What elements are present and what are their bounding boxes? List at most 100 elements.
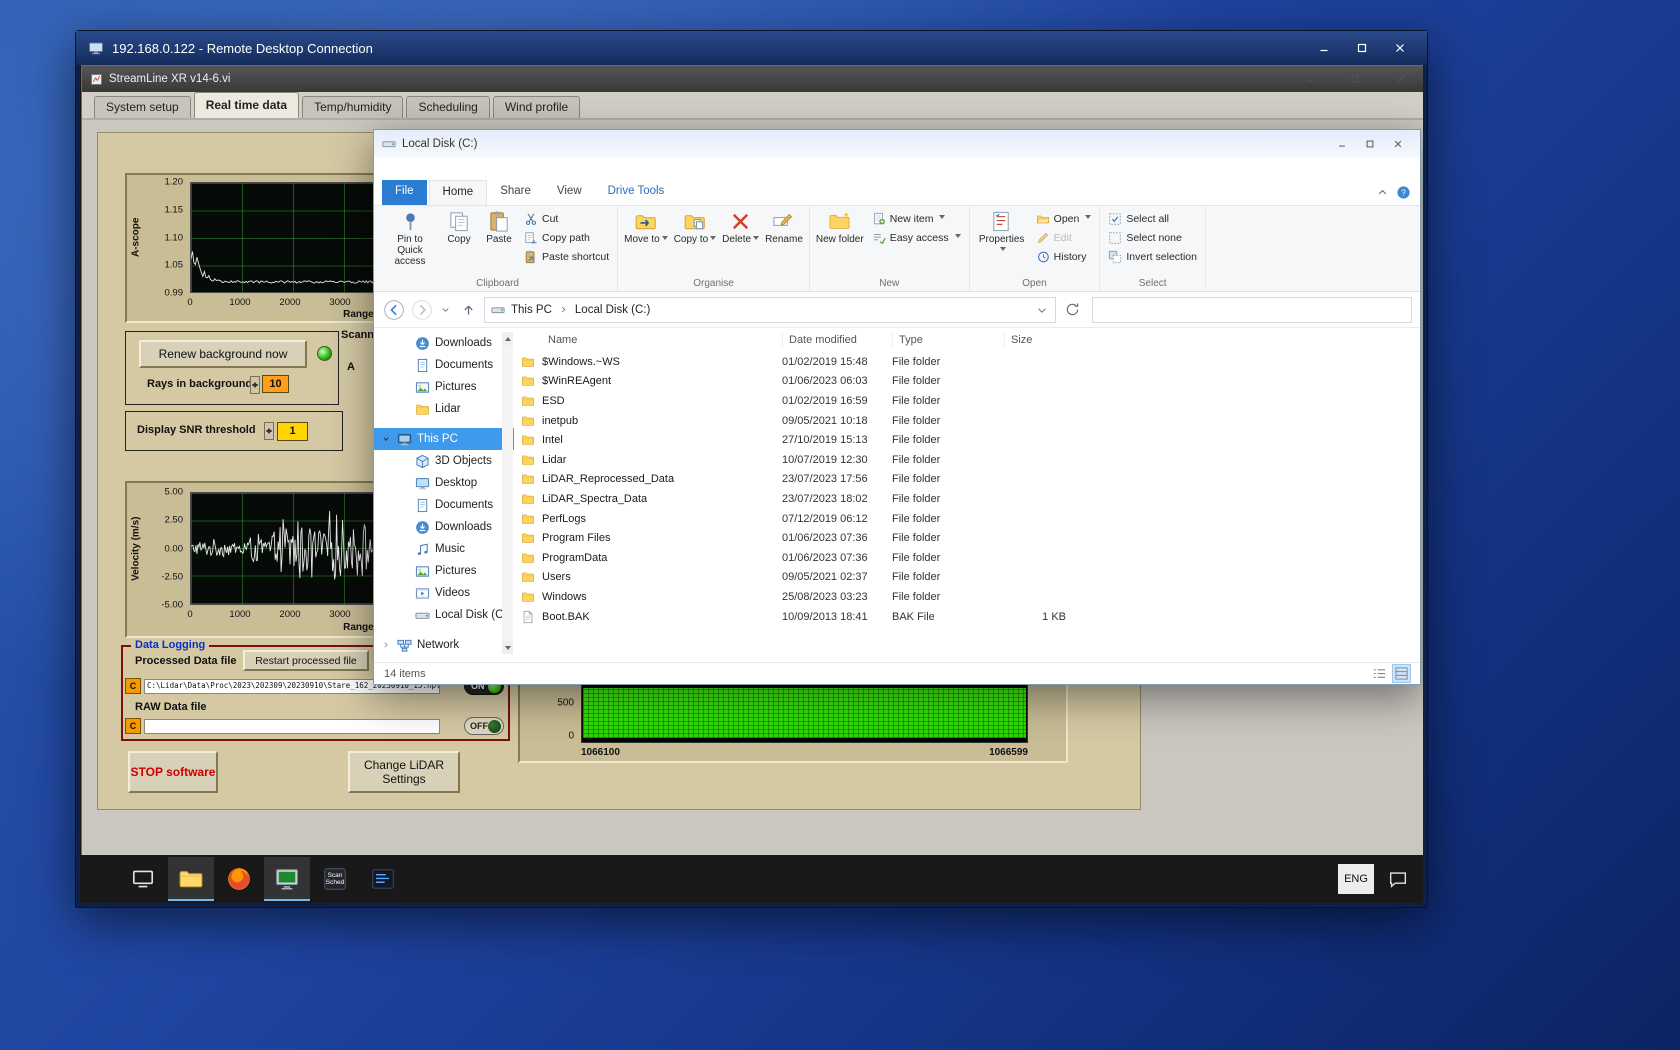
ribbon-tab-drive-tools[interactable]: Drive Tools bbox=[595, 180, 678, 205]
copy-path-button[interactable]: Copy path bbox=[519, 228, 614, 247]
properties-button[interactable]: Properties bbox=[973, 207, 1031, 271]
change-lidar-settings-button[interactable]: Change LiDAR Settings bbox=[348, 751, 460, 793]
file-row[interactable]: ProgramData01/06/2023 07:36File folder bbox=[514, 548, 1420, 568]
ribbon-tab-share[interactable]: Share bbox=[487, 180, 544, 205]
streamline-app-button[interactable] bbox=[264, 857, 310, 901]
tab-real-time-data[interactable]: Real time data bbox=[194, 92, 299, 118]
sidebar-item-pictures[interactable]: Pictures bbox=[374, 560, 514, 582]
sidebar-item-videos[interactable]: Videos bbox=[374, 582, 514, 604]
sidebar-item-documents[interactable]: Documents bbox=[374, 354, 514, 376]
chevron-right-icon[interactable] bbox=[558, 304, 569, 315]
app-restore-button[interactable] bbox=[1341, 69, 1369, 89]
address-bar[interactable]: This PC Local Disk (C:) bbox=[484, 297, 1056, 323]
file-explorer-button[interactable] bbox=[168, 857, 214, 901]
new-item-button[interactable]: New item bbox=[867, 209, 966, 228]
new-folder-button[interactable]: New folder bbox=[813, 207, 867, 271]
invert-selection-button[interactable]: Invert selection bbox=[1103, 247, 1202, 266]
snr-spinner[interactable] bbox=[264, 422, 274, 440]
file-row[interactable]: PerfLogs07/12/2019 06:12File folder bbox=[514, 509, 1420, 529]
list-view-button[interactable] bbox=[1371, 665, 1388, 682]
ribbon-collapse-icon[interactable] bbox=[1375, 185, 1390, 200]
column-header-date-modified[interactable]: Date modified bbox=[782, 332, 892, 349]
copy-to-button[interactable]: Copy to bbox=[671, 207, 719, 271]
sidebar-item-downloads[interactable]: Downloads bbox=[374, 516, 514, 538]
tab-system-setup[interactable]: System setup bbox=[94, 96, 191, 118]
back-button[interactable] bbox=[382, 298, 406, 322]
tab-temp-humidity[interactable]: Temp/humidity bbox=[302, 96, 403, 118]
sidebar-item-lidar[interactable]: Lidar bbox=[374, 398, 514, 420]
file-row[interactable]: Lidar10/07/2019 12:30File folder bbox=[514, 450, 1420, 470]
up-button[interactable] bbox=[456, 298, 480, 322]
sidebar-item-3d-objects[interactable]: 3D Objects bbox=[374, 450, 514, 472]
explorer-close-button[interactable] bbox=[1384, 134, 1412, 154]
file-row[interactable]: Boot.BAK10/09/2013 18:41BAK File1 KB bbox=[514, 607, 1420, 627]
cut-button[interactable]: Cut bbox=[519, 209, 614, 228]
chevron-down-icon[interactable] bbox=[380, 433, 392, 445]
rays-in-background-value[interactable]: 10 bbox=[262, 375, 289, 393]
raw-file-path-field[interactable] bbox=[144, 719, 440, 734]
column-header-size[interactable]: Size bbox=[1004, 332, 1074, 349]
search-box[interactable] bbox=[1092, 297, 1412, 323]
breadcrumb-this-pc[interactable]: This PC bbox=[509, 304, 554, 316]
forward-button[interactable] bbox=[410, 298, 434, 322]
app-minimize-button[interactable] bbox=[1295, 69, 1323, 89]
file-row[interactable]: Intel27/10/2019 15:13File folder bbox=[514, 430, 1420, 450]
rays-spinner[interactable] bbox=[250, 376, 260, 394]
refresh-button[interactable] bbox=[1060, 298, 1084, 322]
edit-button[interactable]: Edit bbox=[1031, 228, 1097, 247]
sidebar-scrollbar[interactable] bbox=[502, 332, 513, 654]
sidebar-item-downloads[interactable]: Downloads bbox=[374, 332, 514, 354]
rename-button[interactable]: Rename bbox=[762, 207, 806, 271]
file-row[interactable]: Users09/05/2021 02:37File folder bbox=[514, 568, 1420, 588]
paste-shortcut-button[interactable]: Paste shortcut bbox=[519, 247, 614, 266]
firefox-button[interactable] bbox=[216, 857, 262, 901]
sidebar-item-desktop[interactable]: Desktop bbox=[374, 472, 514, 494]
move-to-button[interactable]: Move to bbox=[621, 207, 671, 271]
tab-scheduling[interactable]: Scheduling bbox=[406, 96, 489, 118]
file-row[interactable]: ESD01/02/2019 16:59File folder bbox=[514, 391, 1420, 411]
delete-button[interactable]: Delete bbox=[719, 207, 762, 271]
app-close-button[interactable] bbox=[1387, 69, 1415, 89]
column-header-name[interactable]: Name bbox=[542, 332, 782, 349]
file-row[interactable]: $Windows.~WS01/02/2019 15:48File folder bbox=[514, 352, 1420, 372]
terminal-app-button[interactable] bbox=[360, 857, 406, 901]
select-all-button[interactable]: Select all bbox=[1103, 209, 1202, 228]
file-row[interactable]: inetpub09/05/2021 10:18File folder bbox=[514, 411, 1420, 431]
breadcrumb-local-disk[interactable]: Local Disk (C:) bbox=[573, 304, 652, 316]
rdp-minimize-button[interactable] bbox=[1309, 38, 1339, 58]
sidebar-item-network[interactable]: Network bbox=[374, 634, 514, 656]
stop-software-button[interactable]: STOP software bbox=[128, 751, 218, 793]
explorer-minimize-button[interactable] bbox=[1328, 134, 1356, 154]
sidebar-item-this-pc[interactable]: This PC bbox=[374, 428, 514, 450]
sidebar-item-pictures[interactable]: Pictures bbox=[374, 376, 514, 398]
help-icon[interactable]: ? bbox=[1396, 185, 1411, 200]
open-button[interactable]: Open bbox=[1031, 209, 1097, 228]
scan-sched-button[interactable]: Scan Sched bbox=[312, 857, 358, 901]
task-view-button[interactable] bbox=[120, 857, 166, 901]
ribbon-tab-file[interactable]: File bbox=[382, 180, 427, 205]
sidebar-item-music[interactable]: Music bbox=[374, 538, 514, 560]
explorer-maximize-button[interactable] bbox=[1356, 134, 1384, 154]
pin-to-quick-access-button[interactable]: Pin to Quick access bbox=[381, 207, 439, 271]
raw-logging-toggle[interactable]: OFF bbox=[464, 717, 504, 735]
ribbon-tab-view[interactable]: View bbox=[544, 180, 595, 205]
file-row[interactable]: Windows25/08/2023 03:23File folder bbox=[514, 587, 1420, 607]
file-row[interactable]: LiDAR_Spectra_Data23/07/2023 18:02File f… bbox=[514, 489, 1420, 509]
scroll-down-icon[interactable] bbox=[502, 641, 513, 654]
rdp-titlebar[interactable]: 192.168.0.122 - Remote Desktop Connectio… bbox=[76, 31, 1427, 65]
rdp-maximize-button[interactable] bbox=[1347, 38, 1377, 58]
history-button[interactable]: History bbox=[1031, 247, 1097, 266]
easy-access-button[interactable]: Easy access bbox=[867, 228, 966, 247]
sidebar-item-local-disk-c[interactable]: Local Disk (C:) bbox=[374, 604, 514, 626]
notification-icon[interactable] bbox=[1387, 868, 1409, 890]
column-header-type[interactable]: Type bbox=[892, 332, 1004, 349]
details-view-button[interactable] bbox=[1393, 665, 1410, 682]
rdp-close-button[interactable] bbox=[1385, 38, 1415, 58]
app-titlebar[interactable]: StreamLine XR v14-6.vi bbox=[82, 66, 1423, 92]
select-none-button[interactable]: Select none bbox=[1103, 228, 1202, 247]
tab-wind-profile[interactable]: Wind profile bbox=[493, 96, 580, 118]
explorer-titlebar[interactable]: Local Disk (C:) bbox=[374, 130, 1420, 158]
recent-locations-icon[interactable] bbox=[438, 298, 452, 322]
file-row[interactable]: Program Files01/06/2023 07:36File folder bbox=[514, 528, 1420, 548]
scroll-up-icon[interactable] bbox=[502, 332, 513, 345]
